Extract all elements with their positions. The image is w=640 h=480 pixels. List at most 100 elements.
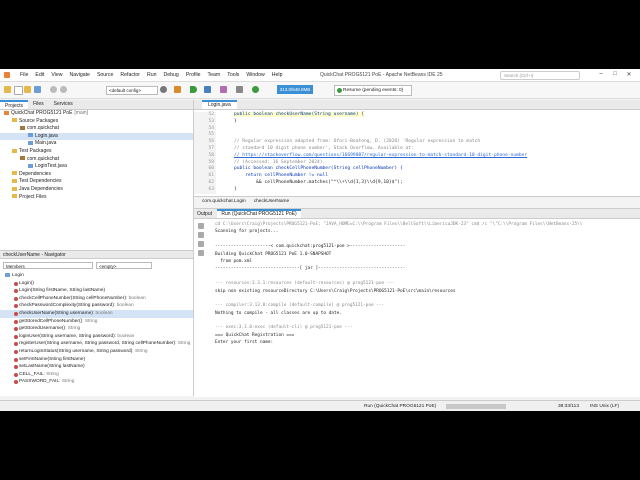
method-icon [14, 334, 18, 339]
redo-icon[interactable] [60, 86, 67, 93]
line-number: 59 [208, 159, 214, 165]
maximize-icon[interactable]: □ [608, 71, 622, 78]
code-line: // Regular expression adapted from: Ofor… [234, 139, 481, 145]
navigator-member[interactable]: loginUser(String username, String passwo… [0, 333, 193, 341]
tab-login-java[interactable]: Login.java [202, 100, 237, 109]
caret-position: 38:33/113 [558, 404, 579, 409]
menu-item-run[interactable]: Run [147, 72, 157, 78]
menu-item-team[interactable]: Team [208, 72, 221, 78]
stop-icon[interactable] [198, 241, 204, 247]
output-console[interactable]: cd C:\Users\Craig\Projects\PROG5121-PoE;… [215, 221, 582, 347]
breadcrumb-item[interactable]: checkUserName [254, 199, 289, 204]
members-select[interactable]: Members [3, 262, 93, 269]
tree-item[interactable]: Source Packages [0, 118, 193, 126]
tree-item[interactable]: Test Dependencies [0, 178, 193, 186]
java-icon [28, 163, 33, 168]
navigator-member[interactable]: checkUserName(String username): boolean [0, 309, 193, 318]
tree-item[interactable]: com.quickchat [0, 125, 193, 133]
menu-item-profile[interactable]: Profile [186, 72, 201, 78]
method-icon [14, 357, 18, 362]
tree-item[interactable]: Login.java [0, 132, 193, 141]
run-icon[interactable] [190, 86, 197, 93]
tree-item-label: Login.java [35, 132, 58, 139]
reload-icon[interactable] [252, 86, 259, 93]
navigator-member[interactable]: checkPasswordComplexity(String password)… [0, 302, 193, 310]
menu-item-window[interactable]: Window [246, 72, 264, 78]
console-line: === QuickChat Registration === [215, 332, 295, 338]
navigator-member[interactable]: setLastName(String lastName) [0, 363, 193, 371]
menu-item-view[interactable]: View [51, 72, 62, 78]
navigator-root[interactable]: Login [0, 272, 193, 280]
minimize-icon[interactable]: – [594, 71, 608, 78]
tab-files[interactable]: Files [28, 100, 49, 109]
config-select[interactable]: <default config> [106, 86, 158, 95]
tree-item[interactable]: Java Dependencies [0, 186, 193, 194]
close-icon[interactable]: ✕ [622, 71, 636, 78]
menu-item-navigate[interactable]: Navigate [69, 72, 89, 78]
menu-item-source[interactable]: Source [97, 72, 113, 78]
navigator-member[interactable]: setFirstName(String firstName) [0, 356, 193, 364]
tree-item[interactable]: Project Files [0, 194, 193, 202]
tree-item[interactable]: QuickChat PROG5121 PoE [main] [0, 110, 193, 118]
menu-item-help[interactable]: Help [272, 72, 283, 78]
navigator-member[interactable]: checkCellPhoneNumber(String cellPhoneNum… [0, 295, 193, 303]
member-name: setLastName(String lastName) [19, 364, 85, 370]
navigator-root-label: Login [12, 273, 24, 278]
rerun-icon[interactable] [198, 223, 204, 229]
menu-item-file[interactable]: File [20, 72, 28, 78]
tree-item-label: Project Files [19, 193, 47, 200]
menu-item-debug[interactable]: Debug [164, 72, 179, 78]
code-area[interactable]: 52 public boolean checkUserName(String us… [194, 112, 640, 194]
settings-icon[interactable] [198, 250, 204, 256]
method-icon [14, 281, 18, 286]
build-icon[interactable] [160, 86, 167, 93]
navigator-member[interactable]: returnLoginStatus(String username, Strin… [0, 348, 193, 356]
navigator-member[interactable]: registerUser(String username, String pas… [0, 340, 193, 348]
undo-icon[interactable] [50, 86, 57, 93]
menu-item-tools[interactable]: Tools [227, 72, 239, 78]
search-input[interactable]: Search (Ctrl+I) [500, 71, 580, 80]
menu-item-edit[interactable]: Edit [35, 72, 44, 78]
menu-item-refactor[interactable]: Refactor [120, 72, 140, 78]
attach-icon[interactable] [236, 86, 243, 93]
tab-run-output[interactable]: Run (QuickChat PROG5121 PoE) [217, 209, 301, 218]
clean-build-icon[interactable] [174, 86, 181, 93]
profile-icon[interactable] [220, 86, 227, 93]
filter-select[interactable]: <empty> [96, 262, 152, 269]
tab-projects[interactable]: Projects [0, 100, 29, 109]
save-all-icon[interactable] [34, 86, 41, 93]
console-line: Building QuickChat PROG5121 PoE 1.0-SNAP… [215, 251, 332, 257]
navigator-member[interactable]: getStoredCellPhoneNumber(): String [0, 318, 193, 326]
method-icon [14, 349, 18, 354]
tree-item[interactable]: Main.java [0, 140, 193, 148]
tree-item[interactable]: Test Packages [0, 148, 193, 156]
navigator-member[interactable]: Login() [0, 280, 193, 288]
console-line: Nothing to compile - all classes are up … [215, 310, 342, 316]
tree-item[interactable]: com.quickchat [0, 156, 193, 164]
navigator-member[interactable]: getStoredUsername(): String [0, 325, 193, 333]
member-name: setFirstName(String firstName) [19, 356, 86, 362]
rerun-goals-icon[interactable] [198, 232, 204, 238]
navigator-member[interactable]: PASSWORD_FAIL: String [0, 378, 193, 386]
method-icon [14, 311, 18, 316]
debug-icon[interactable] [204, 86, 211, 93]
tree-item[interactable]: LoginTest.java [0, 163, 193, 171]
code-line: public boolean checkUserName(String user… [234, 112, 364, 117]
status-run-label[interactable]: Run (QuickChat PROG5121 PoE) [364, 401, 436, 411]
tree-item[interactable]: Dependencies [0, 171, 193, 179]
folder-icon [12, 179, 17, 184]
member-name: checkCellPhoneNumber(String cellPhoneNum… [19, 295, 126, 301]
method-icon [14, 380, 18, 385]
folder-icon [12, 148, 17, 153]
code-line: && cellPhoneNumber.matches("^\\+\\d{1,3}… [234, 180, 403, 185]
navigator-member[interactable]: Login(String firstName, String lastName) [0, 287, 193, 295]
tab-services[interactable]: Services [49, 100, 78, 109]
navigator-member[interactable]: CELL_FAIL: String [0, 371, 193, 379]
open-project-icon[interactable] [24, 86, 31, 93]
memory-indicator[interactable]: 313.0/548.0MB [277, 85, 313, 94]
new-file-icon[interactable] [14, 86, 23, 95]
resume-button[interactable]: Resume (pending events: 0) [334, 85, 412, 96]
new-project-icon[interactable] [4, 86, 11, 93]
breadcrumb-item[interactable]: com.quickchat.Login [202, 199, 246, 204]
